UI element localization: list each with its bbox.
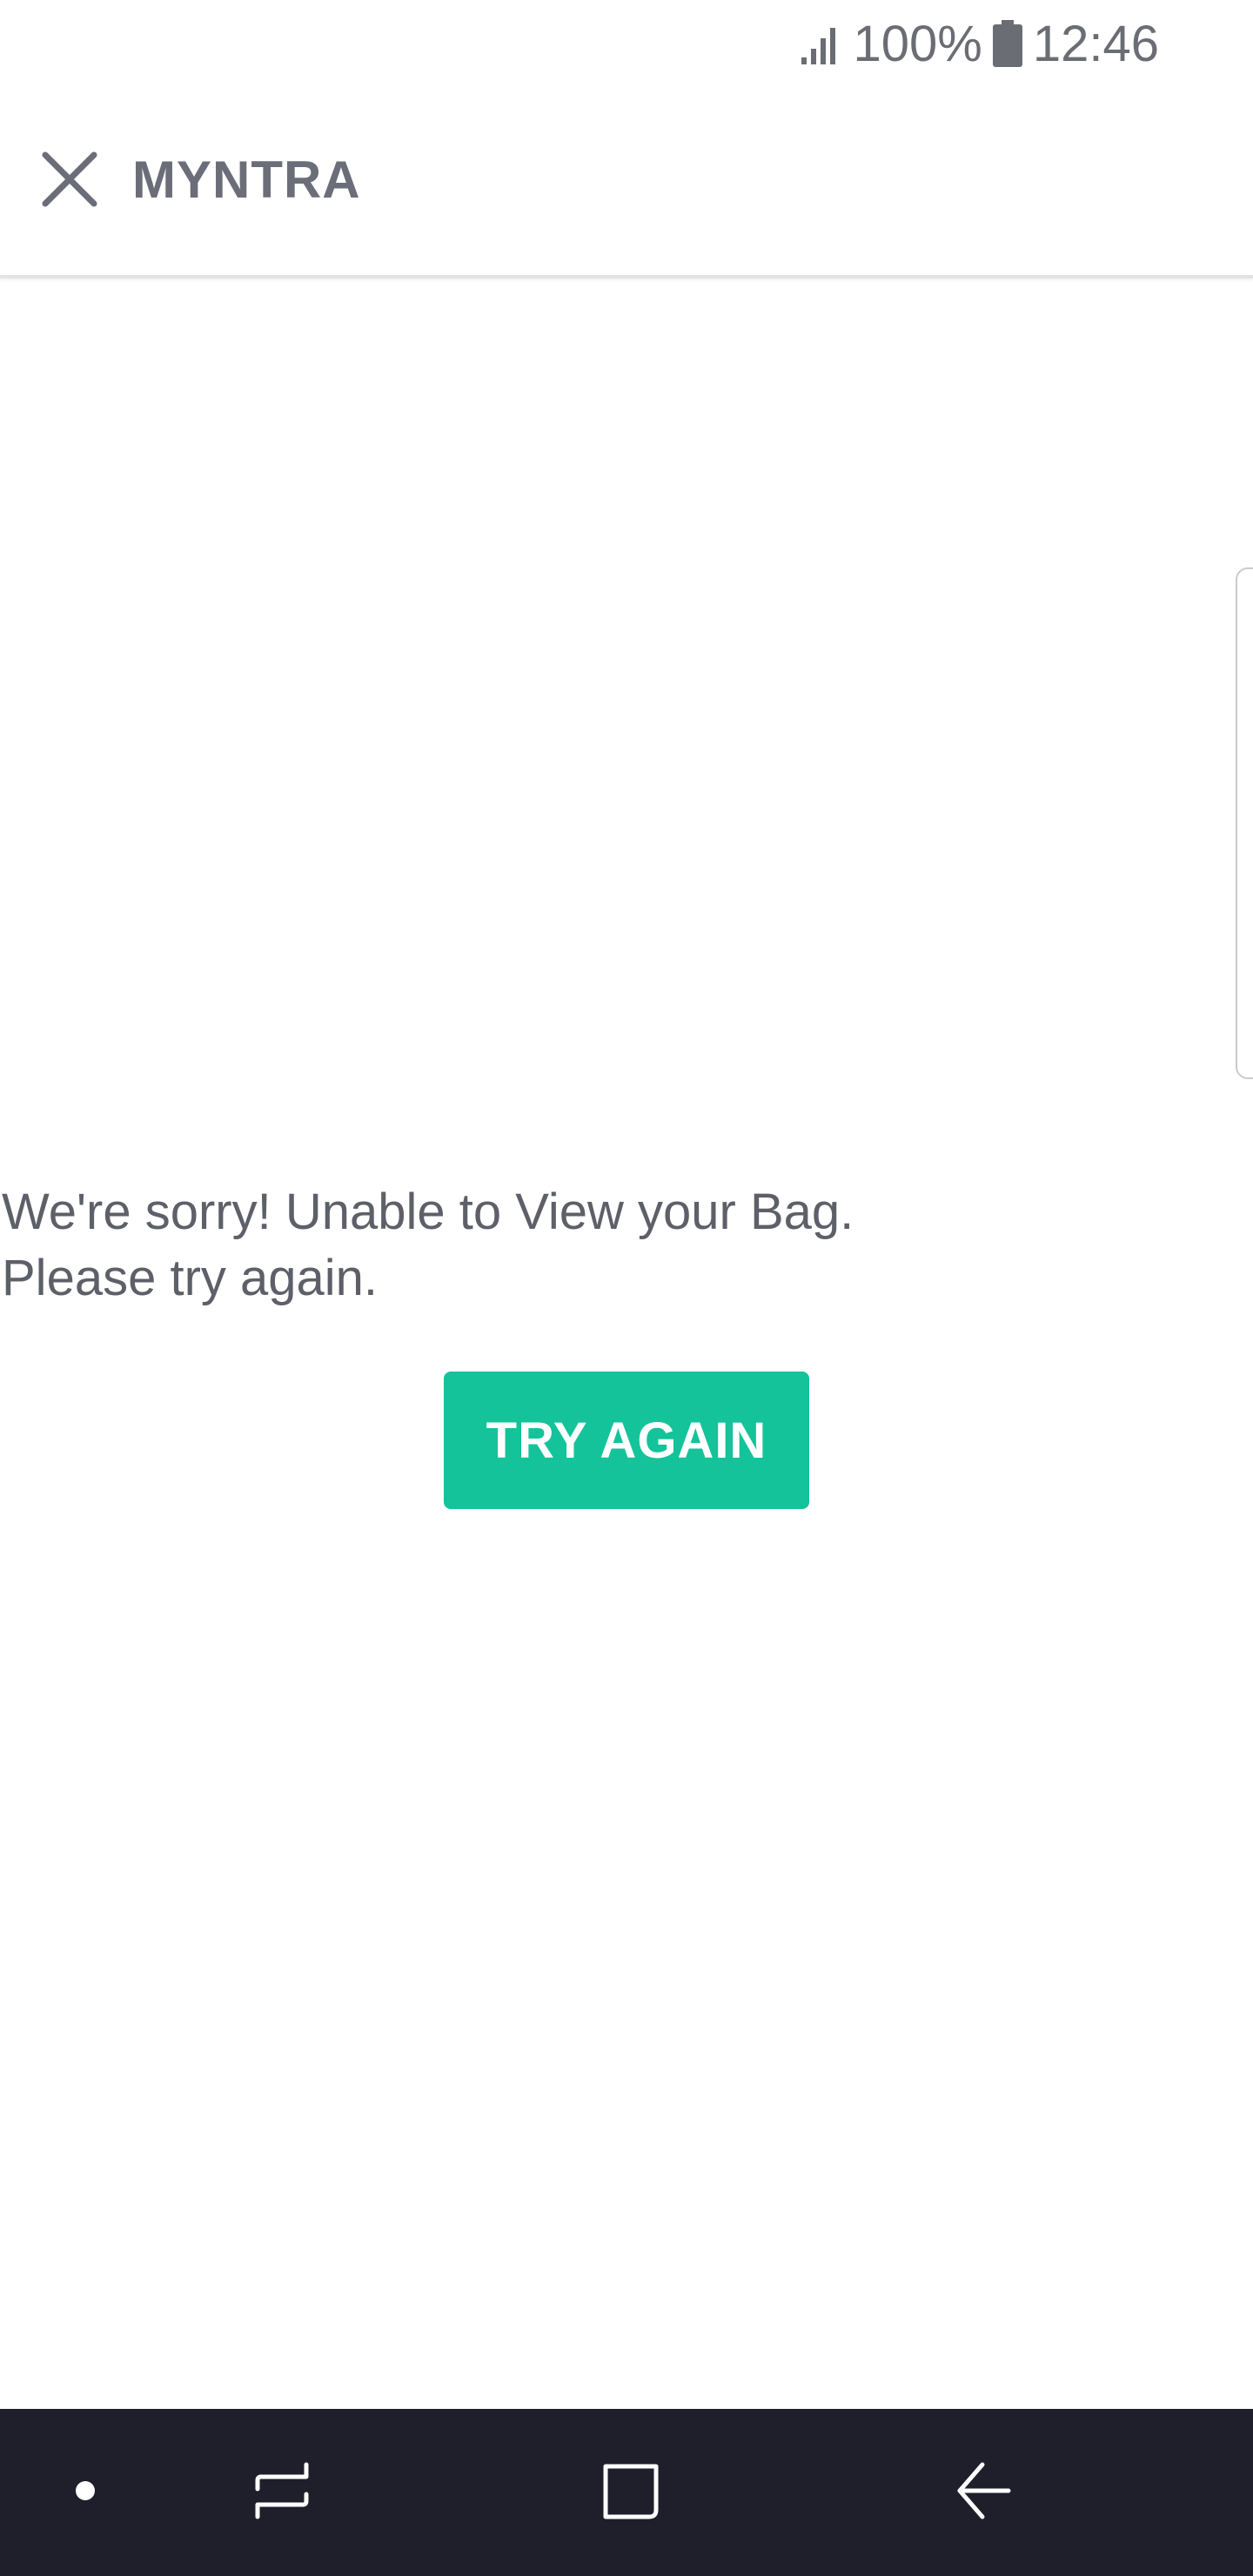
status-indicators: 100% 12:46 [800,12,1159,75]
dot-icon [74,2479,97,2506]
app-header: MYNTRA [0,87,1253,278]
nav-back-button[interactable] [940,2409,1027,2576]
nav-dot-button[interactable] [50,2409,120,2576]
battery-icon [992,20,1022,67]
signal-icon [800,21,843,66]
edge-panel-handle[interactable] [1236,567,1253,1079]
nav-recents-button[interactable] [239,2409,326,2576]
back-icon [953,2459,1014,2526]
error-line-1: We're sorry! Unable to View your Bag. [2,1184,854,1240]
close-icon [41,151,98,212]
status-bar: 100% 12:46 [0,0,1253,87]
battery-percent: 100% [853,15,982,72]
error-line-2: Please try again. [2,1250,379,1306]
error-message: We're sorry! Unable to View your Bag. Pl… [2,1179,1133,1311]
clock-time: 12:46 [1032,15,1159,72]
page-title: MYNTRA [132,151,361,209]
nav-home-button[interactable] [587,2409,674,2576]
recents-icon [252,2459,313,2526]
home-icon [600,2459,661,2526]
navigation-bar [0,2409,1253,2576]
close-button[interactable] [33,144,106,218]
try-again-button[interactable]: TRY AGAIN [444,1372,809,1509]
